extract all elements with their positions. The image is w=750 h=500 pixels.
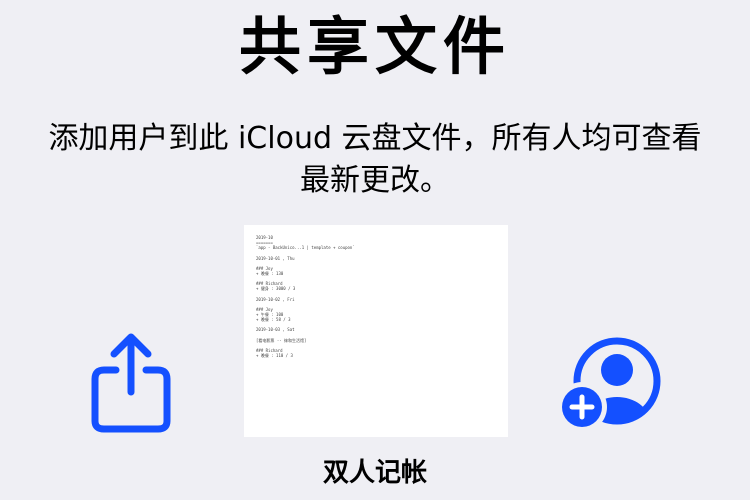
page-title: 共享文件	[238, 10, 511, 83]
document-preview-text: 2019-10 ======= `app - BackUnico...1 | tem…	[244, 225, 508, 358]
share-button[interactable]	[88, 330, 174, 434]
share-description: 添加用户到此 iCloud 云盘文件，所有人均可查看最新更改。	[48, 121, 702, 198]
person-crop-circle-badge-plus-icon	[557, 337, 661, 432]
square-and-arrow-up-icon	[91, 333, 171, 433]
preview-line: + 晚餐 : 110 / 3	[256, 353, 293, 359]
file-name: 双人记帐	[322, 458, 427, 488]
add-people-button[interactable]	[552, 335, 666, 435]
document-preview[interactable]: 2019-10 ======= `app - BackUnico...1 | tem…	[244, 225, 508, 437]
